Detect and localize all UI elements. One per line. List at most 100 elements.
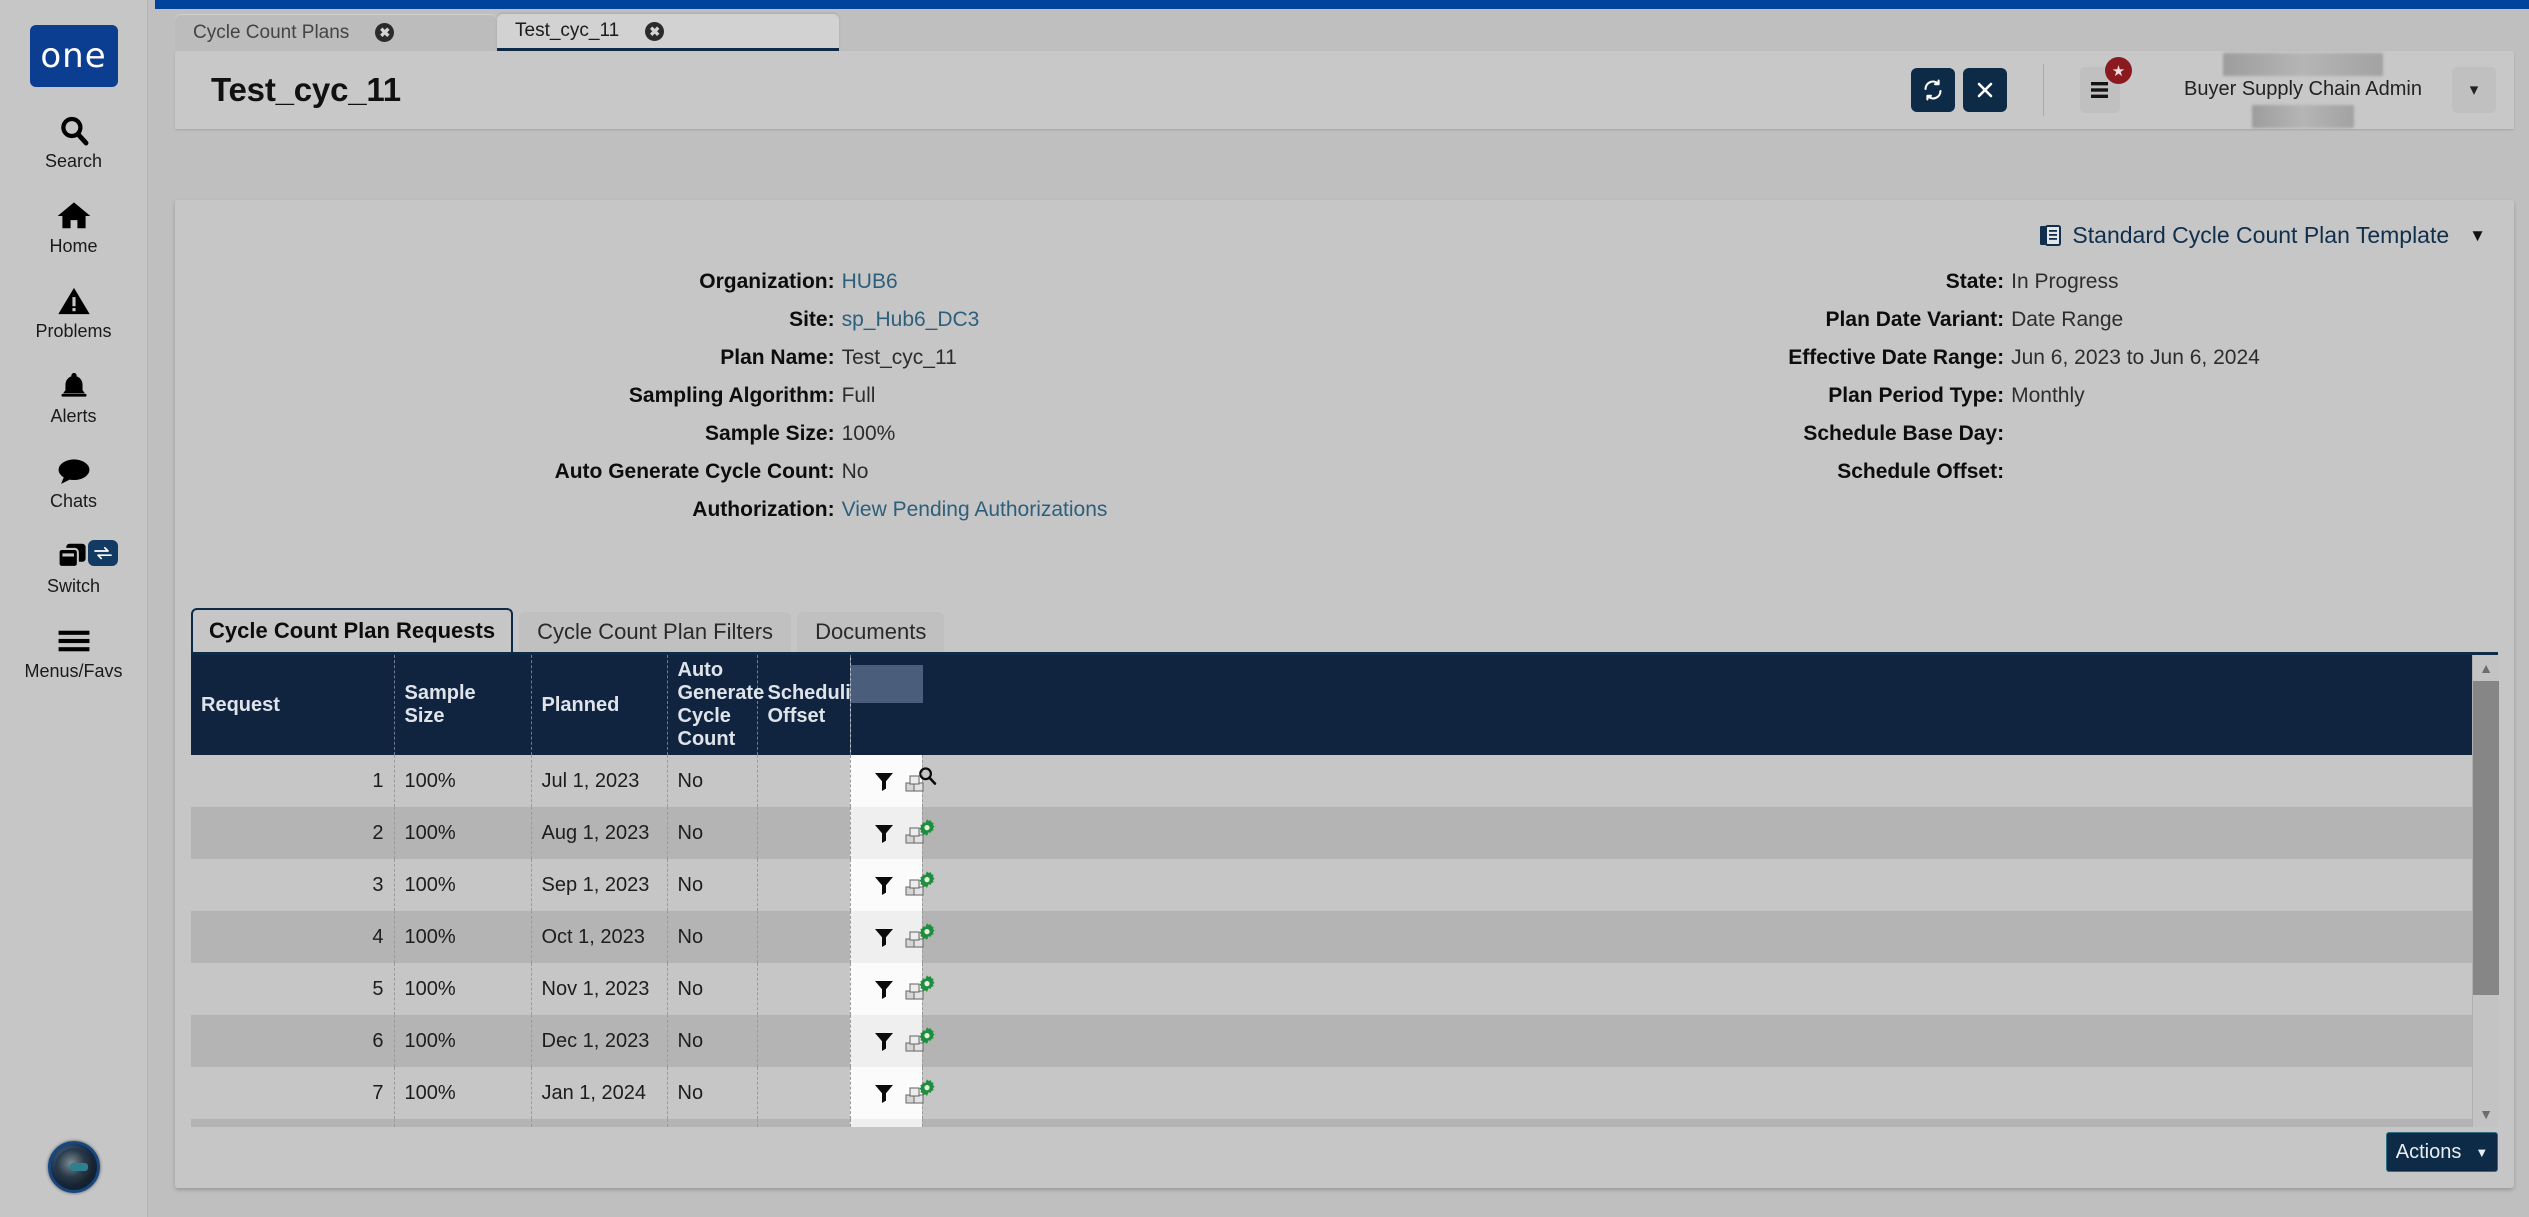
close-icon[interactable]: ✖ <box>375 23 395 42</box>
cell-request: 5 <box>191 963 395 1015</box>
sidebar-item-menus-favs[interactable]: Menus/Favs <box>0 623 148 682</box>
detail-value-link[interactable]: sp_Hub6_DC3 <box>842 308 1345 332</box>
cell-request: 6 <box>191 1015 395 1067</box>
cell-row-actions[interactable] <box>850 911 934 963</box>
sidebar-item-alerts[interactable]: Alerts <box>0 368 148 427</box>
column-header-request[interactable]: Request <box>191 655 395 755</box>
requests-grid: Request Sample Size Planned Auto Generat… <box>191 652 2499 1127</box>
template-selector[interactable]: Standard Cycle Count Plan Template ▼ <box>2038 222 2486 249</box>
cell-sample-size: 100% <box>394 1015 532 1067</box>
column-header-auto-generate[interactable]: Auto Generate Cycle Count <box>667 655 764 755</box>
detail-row: State: In Progress <box>1345 270 2515 294</box>
user-menu[interactable]: Buyer Supply Chain Admin ▾ <box>2182 52 2496 128</box>
cell-row-actions[interactable] <box>850 963 934 1015</box>
gear-icon-overlay[interactable] <box>917 922 937 942</box>
detail-label: Plan Date Variant: <box>1825 308 2005 331</box>
menus-favorites-button[interactable]: ★ <box>2080 57 2132 113</box>
table-row[interactable]: 7 100% Jan 1, 2024 No <box>191 1067 2498 1119</box>
avatar-detail <box>69 1163 89 1171</box>
table-row[interactable]: 1 100% Jul 1, 2023 No <box>191 755 2498 807</box>
user-avatar[interactable] <box>47 1141 100 1193</box>
chevron-down-icon[interactable]: ▼ <box>2469 226 2486 246</box>
gear-icon-overlay[interactable] <box>917 818 937 838</box>
user-identity: Buyer Supply Chain Admin <box>2182 52 2424 128</box>
detail-label: Schedule Offset: <box>1837 460 2005 483</box>
detail-label: Effective Date Range: <box>1788 346 2005 369</box>
sidebar-item-home[interactable]: Home <box>0 198 148 257</box>
sidebar-item-label: Switch <box>46 576 100 596</box>
detail-value-link[interactable]: View Pending Authorizations <box>842 498 1345 522</box>
gear-icon[interactable] <box>904 923 934 950</box>
tab-cycle-count-plan-filters[interactable]: Cycle Count Plan Filters <box>519 612 792 652</box>
gear-icon[interactable] <box>904 871 934 898</box>
gear-icon[interactable] <box>904 819 934 846</box>
plan-details-left-column: Organization: HUB6 Site: sp_Hub6_DC3 Plan Na… <box>175 270 1345 536</box>
detail-value-link[interactable]: HUB6 <box>842 270 1345 294</box>
table-row[interactable]: 5 100% Nov 1, 2023 No <box>191 963 2498 1015</box>
cell-scheduling-offset <box>757 755 851 807</box>
table-row[interactable]: 4 100% Oct 1, 2023 No <box>191 911 2498 963</box>
tab-cycle-count-plan-requests[interactable]: Cycle Count Plan Requests <box>191 608 514 652</box>
filter-funnel-icon[interactable] <box>873 874 895 896</box>
table-row[interactable]: 6 100% Dec 1, 2023 No <box>191 1015 2498 1067</box>
cell-row-actions[interactable] <box>850 859 934 911</box>
cell-planned: Jan 1, 2024 <box>531 1067 668 1119</box>
user-name-redacted <box>2223 52 2383 76</box>
tab-cycle-count-plans[interactable]: Cycle Count Plans ✖ <box>175 14 497 51</box>
tab-label: Cycle Count Plan Filters <box>537 619 774 644</box>
filter-funnel-icon[interactable] <box>873 1082 895 1104</box>
filter-funnel-icon[interactable] <box>873 978 895 1000</box>
table-row[interactable]: 8100%Feb 1, 2024No <box>191 1119 2498 1127</box>
cell-row-actions[interactable] <box>850 807 934 859</box>
grid-scroll-viewport: Request Sample Size Planned Auto Generat… <box>191 655 2498 1127</box>
scrollbar-thumb[interactable] <box>2473 681 2499 995</box>
table-row[interactable]: 2 100% Aug 1, 2023 No <box>191 807 2498 859</box>
list-icon <box>2091 82 2108 98</box>
cell-row-actions[interactable] <box>850 1119 923 1127</box>
gear-icon-overlay[interactable] <box>917 870 937 890</box>
scroll-up-icon[interactable]: ▲ <box>2473 655 2499 681</box>
filter-funnel-icon[interactable] <box>873 926 895 948</box>
gear-icon-overlay[interactable] <box>917 1026 937 1046</box>
sidebar-item-chats[interactable]: Chats <box>0 453 148 512</box>
filter-funnel-icon[interactable] <box>873 1030 895 1052</box>
close-icon[interactable]: ✖ <box>645 21 665 41</box>
tab-documents[interactable]: Documents <box>797 612 945 652</box>
cell-spacer <box>922 859 2498 911</box>
actions-button[interactable]: Actions ▼ <box>2386 1132 2498 1172</box>
cell-row-actions[interactable] <box>850 755 936 807</box>
gear-icon-overlay[interactable] <box>917 1078 937 1098</box>
detail-row: Sampling Algorithm: Full <box>175 384 1345 408</box>
cell-auto-generate: No <box>667 963 758 1015</box>
sidebar-item-search[interactable]: Search <box>0 113 148 172</box>
plan-details-right-column: State: In Progress Plan Date Variant: Date … <box>1345 270 2515 536</box>
refresh-button[interactable] <box>1911 68 1955 112</box>
tab-label: Cycle Count Plans <box>193 21 350 43</box>
sidebar-item-problems[interactable]: Problems <box>0 283 148 342</box>
one-network-logo[interactable]: one <box>29 25 118 87</box>
scroll-down-icon[interactable]: ▼ <box>2473 1101 2499 1127</box>
gear-icon[interactable] <box>904 975 934 1002</box>
cell-row-actions[interactable] <box>850 1067 934 1119</box>
tab-test-cyc-11[interactable]: Test_cyc_11 ✖ <box>497 14 839 51</box>
bell-icon <box>58 368 90 404</box>
detail-label: Plan Name: <box>720 346 835 369</box>
gear-icon[interactable] <box>904 1079 934 1106</box>
switch-toggle-badge-icon[interactable] <box>87 540 118 566</box>
close-button[interactable] <box>1963 68 2007 112</box>
magnifier-icon-overlay[interactable] <box>917 766 937 786</box>
grid-vertical-scrollbar[interactable]: ▲ ▼ <box>2472 655 2499 1127</box>
cell-row-actions[interactable] <box>850 1015 934 1067</box>
sidebar-item-switch[interactable]: Switch <box>0 538 148 597</box>
column-header-scheduling-offset[interactable]: Scheduling Offset <box>757 655 875 755</box>
filter-funnel-icon[interactable] <box>873 770 895 792</box>
cell-sample-size: 100% <box>394 859 532 911</box>
gear-icon-overlay[interactable] <box>917 974 937 994</box>
magnifier-icon[interactable] <box>904 767 936 794</box>
column-header-sample-size[interactable]: Sample Size <box>394 655 532 755</box>
table-row[interactable]: 3 100% Sep 1, 2023 No <box>191 859 2498 911</box>
gear-icon[interactable] <box>904 1027 934 1054</box>
filter-funnel-icon[interactable] <box>873 822 895 844</box>
column-header-planned[interactable]: Planned <box>531 655 668 755</box>
chevron-down-icon[interactable]: ▾ <box>2452 67 2496 113</box>
